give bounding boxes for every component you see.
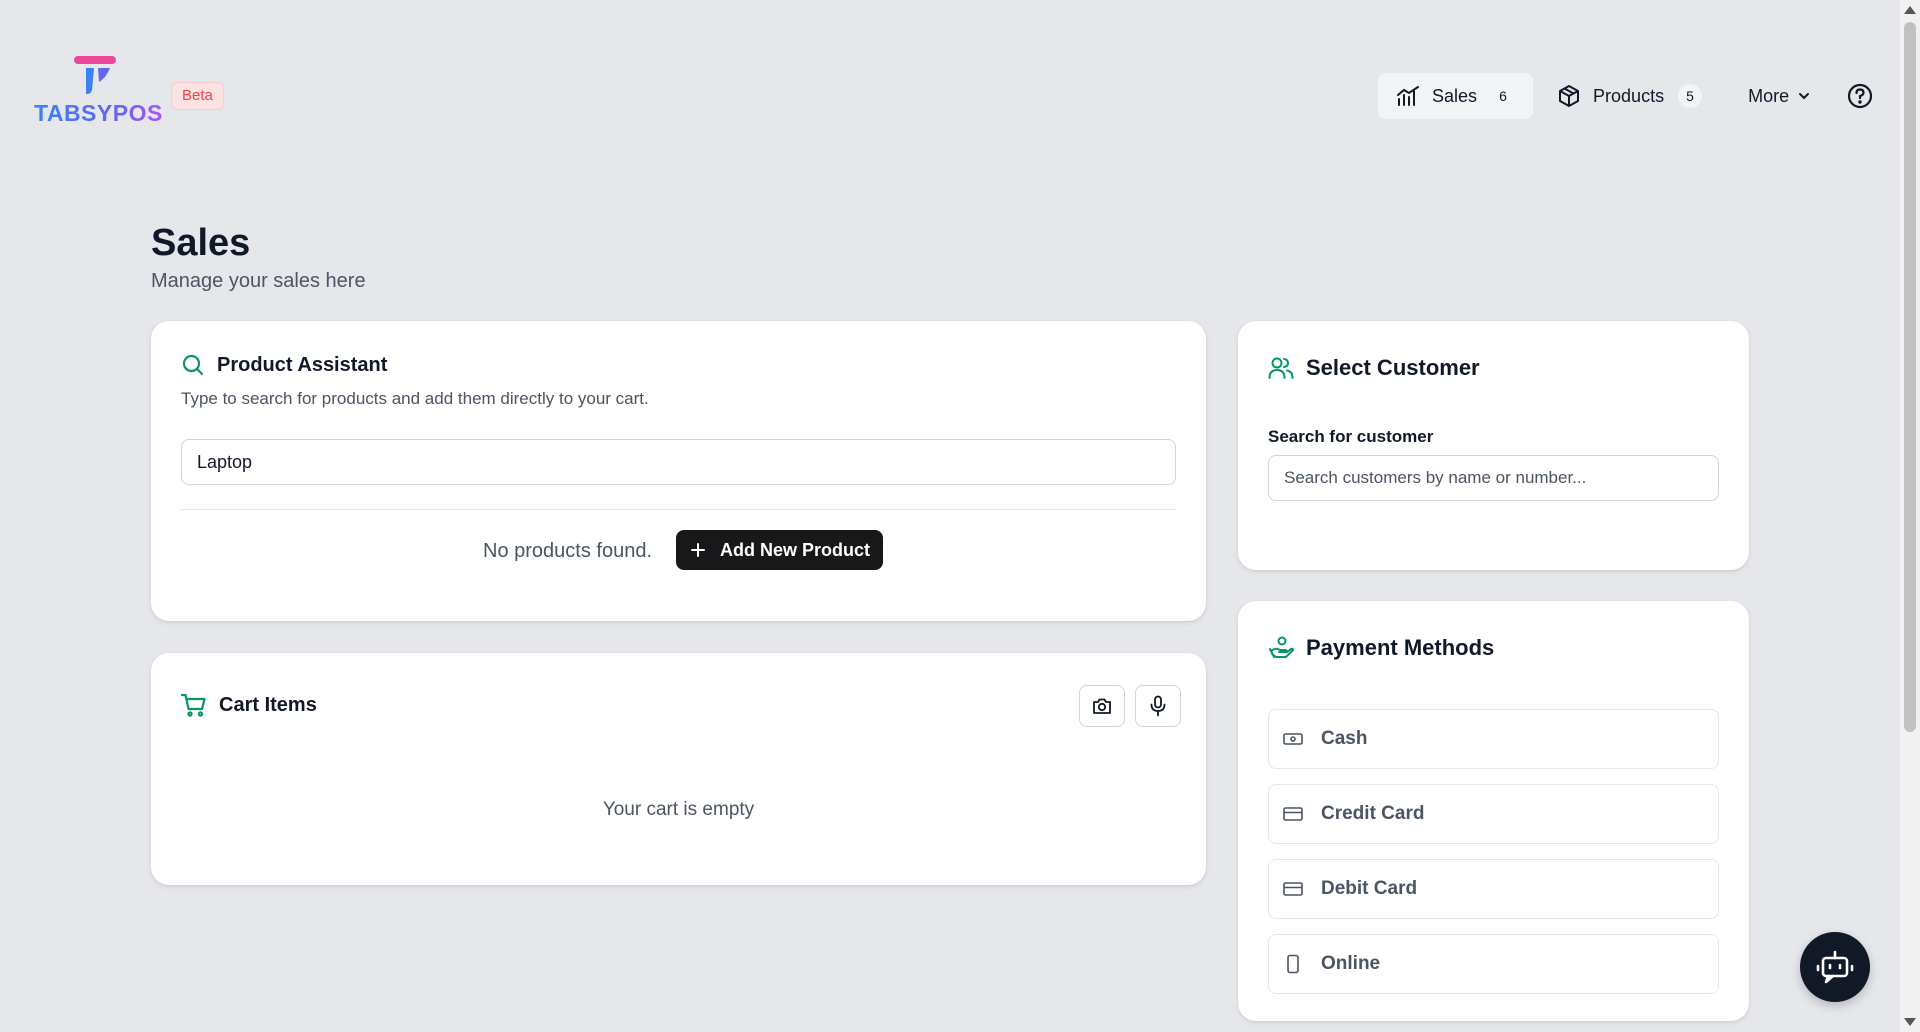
nav-label-products: Products (1593, 85, 1665, 106)
product-search-input[interactable] (181, 439, 1176, 485)
logo-mark-icon (74, 56, 116, 94)
credit-card-icon (1283, 807, 1303, 821)
logo-text: TABSYPOS (34, 100, 163, 126)
cart-title: Cart Items (219, 693, 317, 716)
shopping-cart-icon (181, 693, 206, 717)
box-icon (1559, 85, 1580, 107)
payment-option-cash[interactable]: Cash (1268, 709, 1719, 769)
brand-logo[interactable]: TABSYPOS (34, 56, 162, 126)
chevron-down-icon (1799, 93, 1810, 100)
product-assistant-title: Product Assistant (217, 353, 388, 376)
main-nav: Sales 6 Products 5 More (1378, 73, 1829, 119)
divider (181, 509, 1176, 510)
nav-item-products[interactable]: Products 5 (1539, 73, 1720, 119)
payment-option-label: Debit Card (1321, 878, 1418, 899)
product-assistant-card: Product Assistant Type to search for pro… (151, 321, 1206, 621)
page-subtitle: Manage your sales here (151, 270, 366, 292)
customer-search-label: Search for customer (1268, 427, 1434, 446)
top-header: TABSYPOS Beta Sales 6 Products 5 More (0, 0, 1900, 190)
cart-card: Cart Items Your cart is empty (151, 653, 1206, 885)
camera-icon (1093, 698, 1111, 714)
camera-button[interactable] (1079, 685, 1125, 727)
payment-option-label: Cash (1321, 728, 1368, 749)
banknote-icon (1283, 733, 1303, 745)
beta-badge: Beta (171, 82, 224, 110)
search-icon (182, 354, 204, 376)
nav-count-products: 5 (1678, 84, 1703, 108)
payment-option-credit-card[interactable]: Credit Card (1268, 784, 1719, 844)
plus-icon (691, 543, 705, 557)
select-customer-card: Select Customer Search for customer (1238, 321, 1749, 570)
select-customer-heading: Select Customer (1268, 355, 1480, 381)
product-assistant-heading: Product Assistant (181, 353, 387, 377)
scroll-down-icon[interactable] (1904, 1018, 1916, 1026)
smartphone-icon (1287, 954, 1299, 974)
microphone-button[interactable] (1135, 685, 1181, 727)
payment-option-label: Online (1321, 953, 1381, 974)
vertical-scrollbar[interactable] (1900, 0, 1920, 1032)
nav-label-sales: Sales (1432, 85, 1478, 106)
payment-option-debit-card[interactable]: Debit Card (1268, 859, 1719, 919)
payment-methods-title: Payment Methods (1306, 635, 1495, 660)
cart-heading: Cart Items (181, 693, 317, 717)
add-new-product-label: Add New Product (720, 539, 871, 560)
nav-item-sales[interactable]: Sales 6 (1378, 73, 1534, 119)
nav-count-sales: 6 (1491, 84, 1516, 108)
payment-option-online[interactable]: Online (1268, 934, 1719, 994)
nav-more-dropdown[interactable]: More (1730, 73, 1829, 119)
add-new-product-button[interactable]: Add New Product (676, 530, 884, 570)
microphone-icon (1150, 695, 1166, 717)
product-assistant-description: Type to search for products and add them… (181, 389, 649, 408)
cart-empty-text: Your cart is empty (602, 799, 755, 820)
bot-icon (1816, 950, 1854, 984)
select-customer-title: Select Customer (1306, 355, 1480, 380)
nav-more-label: More (1748, 85, 1790, 106)
scroll-up-icon[interactable] (1904, 6, 1916, 14)
help-circle-icon[interactable] (1846, 82, 1874, 110)
no-products-text: No products found. (483, 540, 652, 562)
chart-bar-icon (1397, 86, 1419, 106)
scrollbar-thumb[interactable] (1904, 22, 1916, 732)
customer-search-input[interactable] (1268, 455, 1719, 501)
users-icon (1268, 357, 1294, 379)
page-title: Sales (151, 222, 251, 264)
payment-methods-heading: Payment Methods (1268, 635, 1494, 661)
payment-option-label: Credit Card (1321, 803, 1425, 824)
assistant-bot-button[interactable] (1800, 932, 1870, 1002)
hand-coins-icon (1269, 636, 1294, 658)
payment-methods-card: Payment Methods Cash Credit Card Debit C… (1238, 601, 1749, 1021)
credit-card-icon (1283, 882, 1303, 896)
